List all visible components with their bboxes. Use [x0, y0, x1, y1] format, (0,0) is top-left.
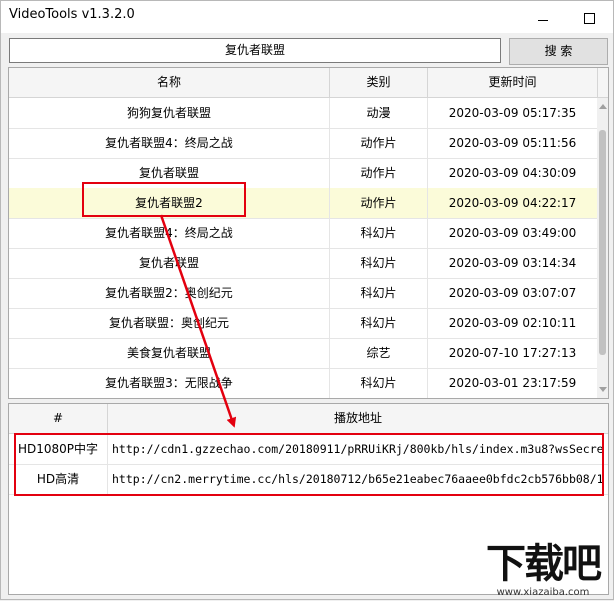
watermark-logo: 下载吧 www.xiazaiba.com	[477, 541, 609, 599]
annotation-arrow	[159, 214, 237, 428]
watermark-text: 下载吧	[486, 541, 602, 587]
watermark-url: www.xiazaiba.com	[496, 587, 590, 598]
app-window: VideoTools v1.3.2.0 复仇者联盟 搜 索 名称 类别 更新时间…	[0, 0, 614, 600]
